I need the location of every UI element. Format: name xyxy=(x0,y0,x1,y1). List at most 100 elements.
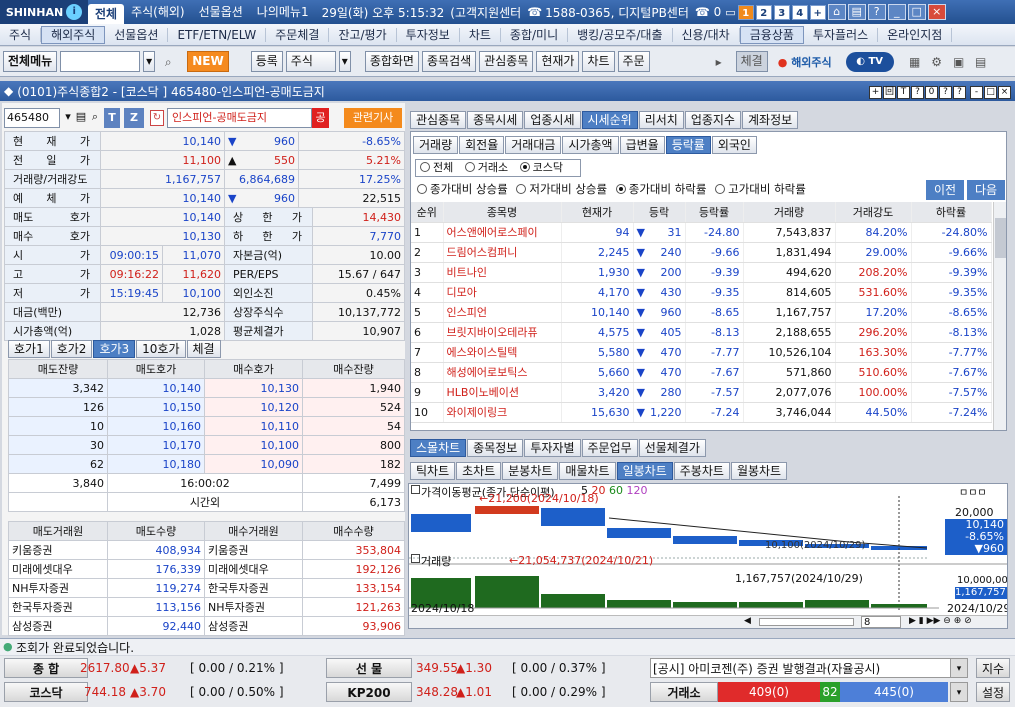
exchange-dropdown-icon[interactable]: ▾ xyxy=(950,682,968,702)
list-icon[interactable]: ▤ xyxy=(74,110,88,123)
menu-item-9[interactable]: 뱅킹/공모주/대출 xyxy=(568,27,673,42)
radio-kosdaq[interactable]: 코스닥 xyxy=(519,161,563,174)
code-search-icon[interactable]: ⌕ xyxy=(88,110,102,124)
panel-link-icon[interactable]: 回 xyxy=(883,86,896,99)
ranking-row[interactable]: 4 디모아 4,170 ▼ 430 -9.35 814,605 531.60% -9.35% xyxy=(411,282,992,303)
chart-section-tab-4[interactable]: 선물체결가 xyxy=(638,439,706,457)
menu-item-5[interactable]: 잔고/평가 xyxy=(329,27,397,42)
market-tab-6[interactable]: 계좌정보 xyxy=(741,111,799,129)
chart-type-tab-3[interactable]: 매물차트 xyxy=(559,462,616,480)
menu-item-13[interactable]: 온라인지점 xyxy=(878,27,953,42)
disclosure-ticker[interactable]: [공시] 아미코젠(주) 증권 발행결과(자율공시) xyxy=(650,658,966,678)
bid-price[interactable]: 10,120 xyxy=(204,397,303,417)
chart-scrollbar[interactable]: ◀ 8 ▶ ▮ ▶▶ ⊖ ⊕ ⊘ xyxy=(409,615,1007,628)
rank-tab-4[interactable]: 급변율 xyxy=(619,136,665,154)
print-icon[interactable]: ▤ xyxy=(847,4,866,20)
radio-low-up[interactable]: 저가대비 상승률 xyxy=(516,182,607,196)
market-tab-5[interactable]: 업종지수 xyxy=(684,111,741,129)
radio-kospi[interactable]: 거래소 xyxy=(464,161,508,174)
ranking-row[interactable]: 5 인스피언 10,140 ▼ 960 -8.65 1,167,757 17.20% -8.65… xyxy=(411,302,992,323)
rank-stock-name[interactable]: 에스와이스틸텍 xyxy=(443,342,562,363)
bid-price[interactable]: 10,100 xyxy=(204,435,303,455)
rank-tab-0[interactable]: 거래량 xyxy=(413,136,459,154)
ask-price[interactable]: 10,150 xyxy=(107,397,205,417)
chart-section-tab-0[interactable]: 스몰차트 xyxy=(410,439,467,457)
chart-type-tab-0[interactable]: 틱차트 xyxy=(410,462,456,480)
ranking-row[interactable]: 6 브릿지바이오테라퓨 4,575 ▼ 405 -8.13 2,188,655 296.20%… xyxy=(411,322,992,343)
ranking-row[interactable]: 2 드림어스컴퍼니 2,245 ▼ 240 -9.66 1,831,494 29.00% -9.… xyxy=(411,242,992,263)
bid-price[interactable]: 10,110 xyxy=(204,416,303,436)
panel-pin-icon[interactable]: ? xyxy=(939,86,952,99)
scroll-left-icon[interactable]: ◀ xyxy=(744,616,751,626)
more-icon[interactable]: ▸ xyxy=(662,52,722,72)
search-icon[interactable]: ⌕ xyxy=(159,52,177,72)
minimize-icon[interactable]: _ xyxy=(887,4,906,20)
tab-overseas[interactable]: 주식(해외) xyxy=(124,0,192,24)
chart-section-tab-3[interactable]: 주문업무 xyxy=(581,439,638,457)
ranking-row[interactable]: 7 에스와이스틸텍 5,580 ▼ 470 -7.77 10,526,104 163.30% -… xyxy=(411,342,992,363)
bid-price[interactable]: 10,090 xyxy=(204,454,303,474)
chart-type-tab-4[interactable]: 일봉차트 xyxy=(616,462,673,480)
tab-mymenu[interactable]: 나의메뉴1 xyxy=(250,0,316,24)
panel-info-icon[interactable]: ? xyxy=(953,86,966,99)
dropdown-icon[interactable]: ▾ xyxy=(143,51,156,72)
radio-all[interactable]: 전체 xyxy=(420,161,453,174)
page-4-button[interactable]: 4 xyxy=(791,4,808,20)
close-icon[interactable]: × xyxy=(927,4,946,20)
panel-text-icon[interactable]: T xyxy=(897,86,910,99)
code-dropdown-icon[interactable]: ▾ xyxy=(61,110,75,123)
home-icon[interactable]: ⌂ xyxy=(827,4,846,20)
ranking-scrollbar[interactable] xyxy=(993,202,1006,430)
new-button[interactable]: NEW xyxy=(187,51,229,72)
chart-type-tab-2[interactable]: 분봉차트 xyxy=(502,462,559,480)
stock-search-button[interactable]: 종목검색 xyxy=(421,51,477,72)
chart-control-icons[interactable]: ▶ ▮ ▶▶ ⊖ ⊕ ⊘ xyxy=(909,616,972,626)
menu-item-12[interactable]: 투자플러스 xyxy=(804,27,879,42)
rank-tab-5[interactable]: 등락률 xyxy=(665,136,711,154)
watchlist-button[interactable]: 관심종목 xyxy=(479,51,534,72)
hoga-tab-4[interactable]: 체결 xyxy=(186,340,221,358)
market-tab-3[interactable]: 시세순위 xyxy=(581,111,638,129)
rank-stock-name[interactable]: 인스피언 xyxy=(443,302,562,323)
related-news-button[interactable]: 관련기사 xyxy=(344,108,402,128)
tab-futures[interactable]: 선물옵션 xyxy=(192,0,250,24)
notice-dropdown-icon[interactable]: ▾ xyxy=(950,658,968,678)
volume-toggle-icon[interactable] xyxy=(411,554,420,563)
mini-chart[interactable]: 가격이동평균(종가,단순이평) 5 20 60 120 ㅁㅁㅁ ←21,200(… xyxy=(408,483,1008,629)
panel-zero-icon[interactable]: 0 xyxy=(925,86,938,99)
rank-tab-1[interactable]: 회전율 xyxy=(459,136,505,154)
all-menu-button[interactable]: 전체메뉴 xyxy=(3,51,58,72)
rank-stock-name[interactable]: 어스앤에어로스페이 xyxy=(443,222,562,243)
ranking-row[interactable]: 1 어스앤에어로스페이 94 ▼ 31 -24.80 7,543,837 84.20% -24.… xyxy=(411,222,992,243)
overseas-stock-link[interactable]: ● 해외주식 xyxy=(778,54,832,70)
rank-stock-name[interactable]: 브릿지바이오테라퓨 xyxy=(443,322,562,343)
ask-price[interactable]: 10,140 xyxy=(107,378,205,398)
ask-price[interactable]: 10,180 xyxy=(107,454,205,474)
ma-toggle-icon[interactable] xyxy=(411,485,420,494)
menu-item-11[interactable]: 금융상품 xyxy=(739,25,804,44)
rank-stock-name[interactable]: 드림어스컴퍼니 xyxy=(443,242,562,263)
menu-item-8[interactable]: 종합/미니 xyxy=(501,27,569,42)
menu-item-1[interactable]: 해외주식 xyxy=(41,25,106,44)
window-layout-icon[interactable]: ▣ xyxy=(950,52,968,72)
price-button[interactable]: 현재가 xyxy=(536,51,580,72)
rank-stock-name[interactable]: 비트나인 xyxy=(443,262,562,283)
rank-stock-name[interactable]: 디모아 xyxy=(443,282,562,303)
add-page-icon[interactable]: + xyxy=(809,4,826,20)
help-icon[interactable]: ? xyxy=(867,4,886,20)
execution-button[interactable]: 체결 xyxy=(735,51,768,72)
window-tile-icon[interactable]: ▤ xyxy=(972,52,990,72)
page-1-button[interactable]: 1 xyxy=(737,4,754,20)
menu-item-6[interactable]: 투자정보 xyxy=(397,27,460,42)
rank-stock-name[interactable]: 와이제이링크 xyxy=(443,402,562,423)
hoga-tab-2[interactable]: 호가3 xyxy=(93,340,136,358)
ranking-row[interactable]: 10 와이제이링크 15,630 ▼ 1,220 -7.24 3,746,044 44.50%… xyxy=(411,402,992,423)
market-tab-4[interactable]: 리서치 xyxy=(638,111,684,129)
zoom-input[interactable]: 8 xyxy=(861,616,901,628)
maximize-icon[interactable]: □ xyxy=(907,4,926,20)
t-button[interactable]: T xyxy=(104,108,120,128)
chart-type-tab-5[interactable]: 주봉차트 xyxy=(673,462,730,480)
menu-item-0[interactable]: 주식 xyxy=(0,27,42,42)
radio-close-down[interactable]: 종가대비 하락률 xyxy=(615,182,706,196)
panel-maximize-icon[interactable]: □ xyxy=(984,86,997,99)
